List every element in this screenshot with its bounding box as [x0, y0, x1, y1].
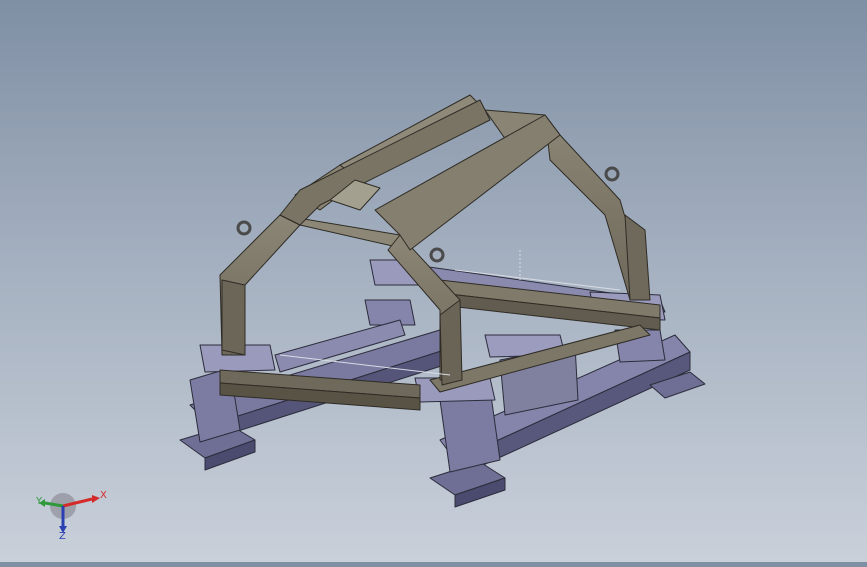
- x-axis-label: X: [100, 490, 107, 501]
- x-axis-arrowhead: [92, 495, 100, 503]
- y-axis-label: Y: [36, 496, 43, 507]
- z-axis-label: Z: [59, 531, 66, 542]
- axis-triad[interactable]: X Y Z: [30, 486, 110, 548]
- graphics-viewport[interactable]: X Y Z: [0, 0, 867, 562]
- model-render[interactable]: [0, 0, 867, 562]
